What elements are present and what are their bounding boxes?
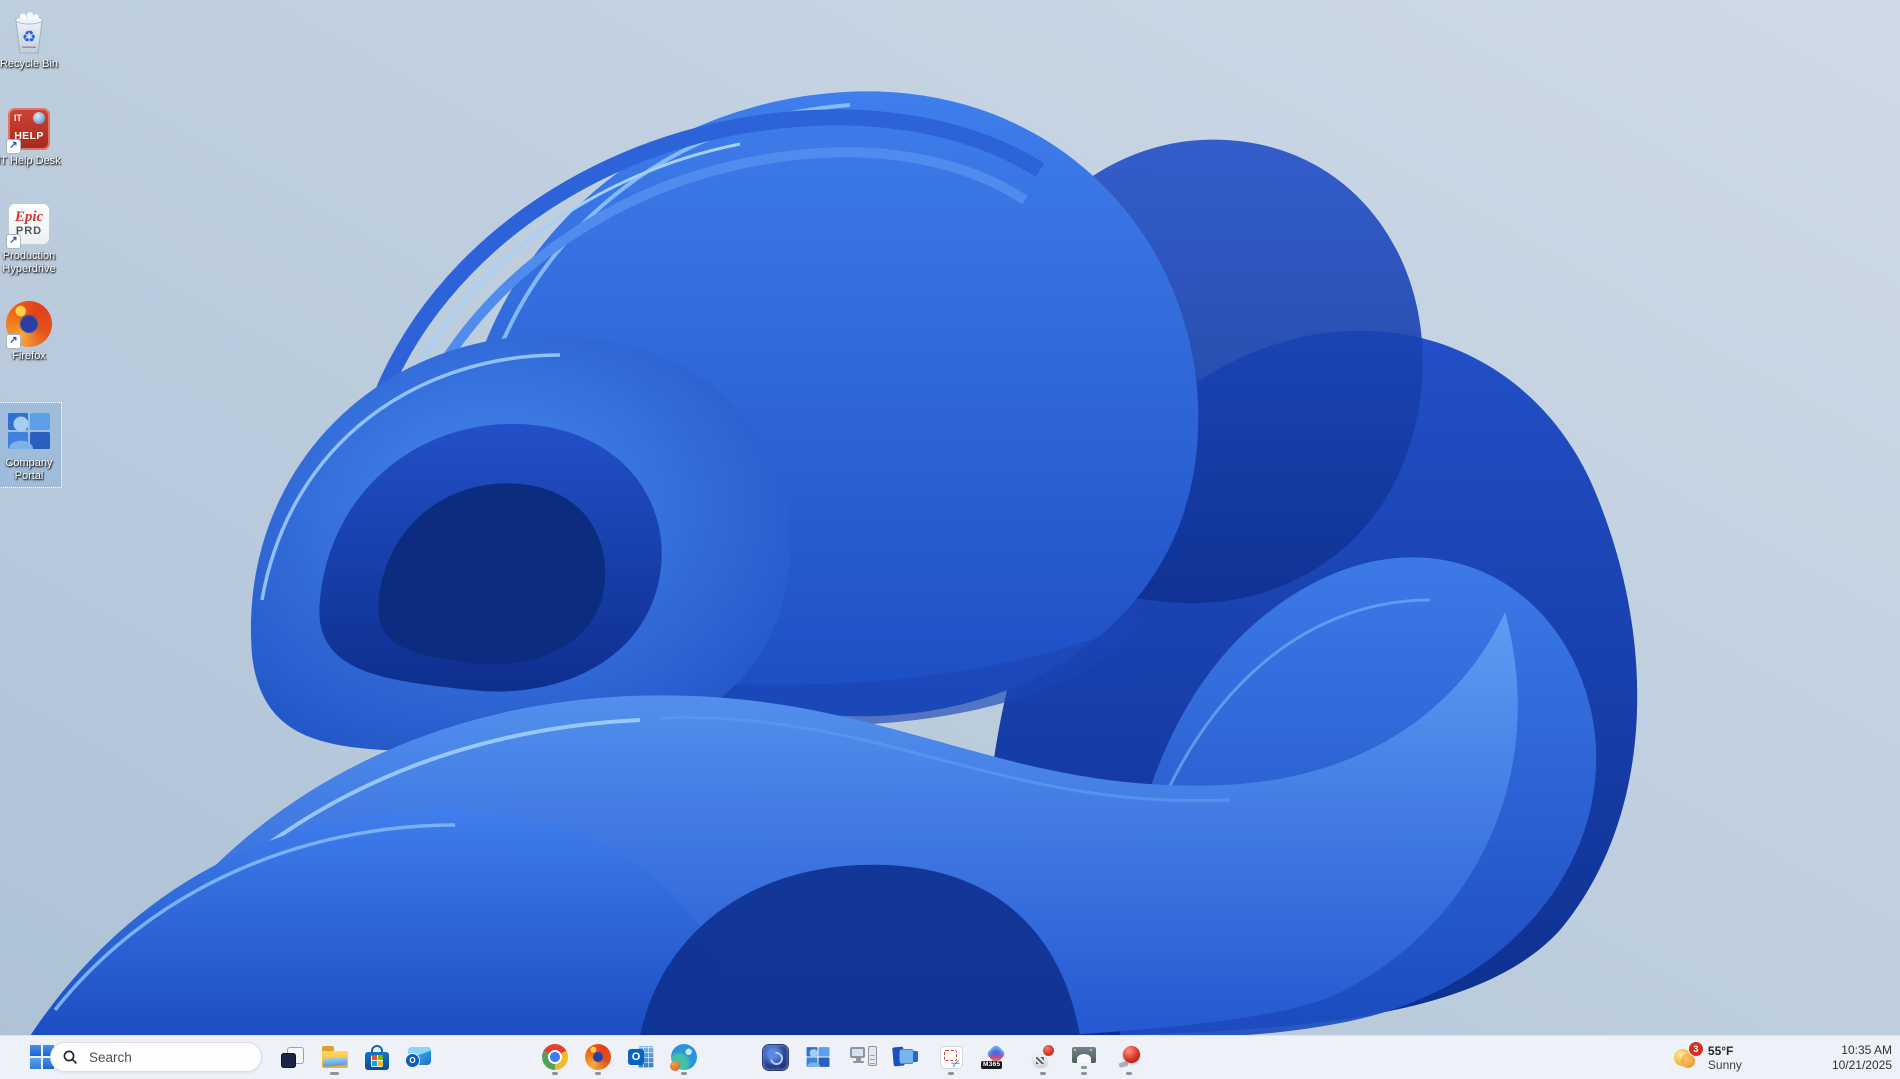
outlook-o-glyph: O (628, 1049, 644, 1065)
weather-text: 55°F Sunny (1708, 1044, 1742, 1072)
clock-date: 10/21/2025 (1831, 1057, 1892, 1072)
clock-time: 10:35 AM (1841, 1042, 1892, 1057)
running-indicator (681, 1072, 687, 1075)
desktop-icon-firefox[interactable]: ↗ Firefox (0, 296, 61, 367)
desktop-icon-label: IT Help Desk (0, 155, 61, 167)
weather-widget[interactable]: 3 55°F Sunny (1673, 1036, 1742, 1079)
remote-panels-icon (892, 1045, 918, 1069)
file-explorer-icon (322, 1046, 348, 1068)
epic-brand-text: Epic (14, 209, 44, 225)
it-help-line1: IT (14, 113, 22, 123)
company-portal-icon (0, 406, 61, 456)
running-indicator (948, 1072, 954, 1075)
windows-desktop: { "wallpaper": { "description": "Windows… (0, 0, 1900, 1079)
taskbar-app-company-portal[interactable] (798, 1037, 838, 1077)
taskbar-app-firefox[interactable] (578, 1037, 618, 1077)
running-indicator (552, 1072, 558, 1075)
taskbar-clock[interactable]: 10:35 AM 10/21/2025 (1832, 1043, 1892, 1073)
taskbar-app-microsoft-store[interactable] (357, 1037, 397, 1077)
taskbar-task-view-button[interactable] (272, 1037, 312, 1077)
task-view-icon (280, 1045, 305, 1070)
taskbar-app-outlook-classic[interactable]: O (621, 1037, 661, 1077)
running-indicator (330, 1072, 339, 1075)
red-balloon-app-icon (1031, 1045, 1055, 1069)
sun-icon: 3 (1673, 1041, 1704, 1071)
firefox-icon: ↗ (0, 299, 61, 349)
epic-prd-icon: Epic PRD ↗ (0, 199, 61, 249)
m365-badge: M365 (981, 1060, 1003, 1069)
desktop-icon-label: Recycle Bin (0, 58, 59, 70)
snipping-tool-icon: ✂ (939, 1045, 964, 1071)
running-indicator (595, 1072, 601, 1075)
taskbar-app-snipping-tool[interactable]: ✂ (931, 1037, 971, 1077)
outlook-classic-icon: O (628, 1046, 654, 1068)
taskbar: O O (0, 1035, 1900, 1079)
taskbar-app-chrome[interactable] (535, 1037, 575, 1077)
taskbar-app-outlook-new[interactable]: O (398, 1037, 438, 1077)
running-indicator (1126, 1072, 1132, 1075)
wallpaper-bloom (0, 0, 1900, 1079)
taskbar-app-remote-panels[interactable] (885, 1037, 925, 1077)
legacy-pc-icon (849, 1045, 877, 1069)
globe-icon (33, 112, 45, 124)
desktop-icon-label: Production Hyperdrive (2, 250, 56, 275)
desktop-icon-production-hyperdrive[interactable]: Epic PRD ↗ Production Hyperdrive (0, 196, 61, 280)
weather-condition: Sunny (1707, 1057, 1742, 1072)
chrome-icon (542, 1044, 568, 1070)
search-input[interactable] (87, 1048, 251, 1066)
running-indicator (1040, 1072, 1046, 1075)
desktop-icon-company-portal[interactable]: Company Portal (0, 402, 62, 488)
notification-badge: 3 (1687, 1041, 1704, 1057)
taskbar-search[interactable] (50, 1042, 262, 1072)
epic-hyperdrive-icon (762, 1044, 788, 1070)
recycle-symbol-glyph: ♻ (22, 29, 36, 46)
outlook-o-glyph: O (405, 1053, 420, 1068)
taskbar-app-monitor[interactable] (1064, 1037, 1104, 1077)
shortcut-arrow-icon: ↗ (6, 234, 21, 249)
taskbar-app-red-sphere[interactable] (1109, 1037, 1149, 1077)
outlook-new-icon: O (405, 1046, 431, 1068)
shortcut-arrow-icon: ↗ (6, 139, 21, 154)
taskbar-app-edge[interactable] (664, 1037, 704, 1077)
desktop-icon-recycle-bin[interactable]: ♻ Recycle Bin (0, 4, 61, 75)
recycle-bin-icon: ♻ (0, 7, 61, 57)
running-indicator (1081, 1072, 1087, 1075)
desktop-icon-it-help-desk[interactable]: IT HELP ↗ IT Help Desk (0, 101, 61, 172)
taskbar-app-epic-hyperdrive[interactable] (755, 1037, 795, 1077)
microsoft-store-icon (365, 1044, 389, 1070)
taskbar-app-legacy-pc[interactable] (843, 1037, 883, 1077)
company-portal-icon (806, 1047, 830, 1067)
taskbar-app-microsoft-365[interactable]: M365 (976, 1037, 1016, 1077)
shortcut-arrow-icon: ↗ (6, 334, 21, 349)
desktop-icon-label: Company Portal (5, 457, 53, 482)
red-sphere-app-icon (1117, 1045, 1141, 1069)
firefox-icon (585, 1044, 611, 1070)
scissors-glyph: ✂ (949, 1056, 964, 1071)
system-tray: 3 55°F Sunny 10:35 AM 10/21/2025 (1673, 1036, 1900, 1079)
search-icon (63, 1050, 78, 1064)
it-help-desk-icon: IT HELP ↗ (0, 104, 61, 154)
microsoft-365-icon: M365 (981, 1044, 1008, 1069)
weather-temperature: 55°F (1707, 1043, 1734, 1058)
desktop-icon-label: Firefox (12, 350, 46, 362)
taskbar-app-file-explorer[interactable] (315, 1037, 355, 1077)
monitor-app-icon (1072, 1046, 1096, 1069)
edge-icon (670, 1044, 697, 1071)
taskbar-app-red-balloon[interactable] (1023, 1037, 1063, 1077)
